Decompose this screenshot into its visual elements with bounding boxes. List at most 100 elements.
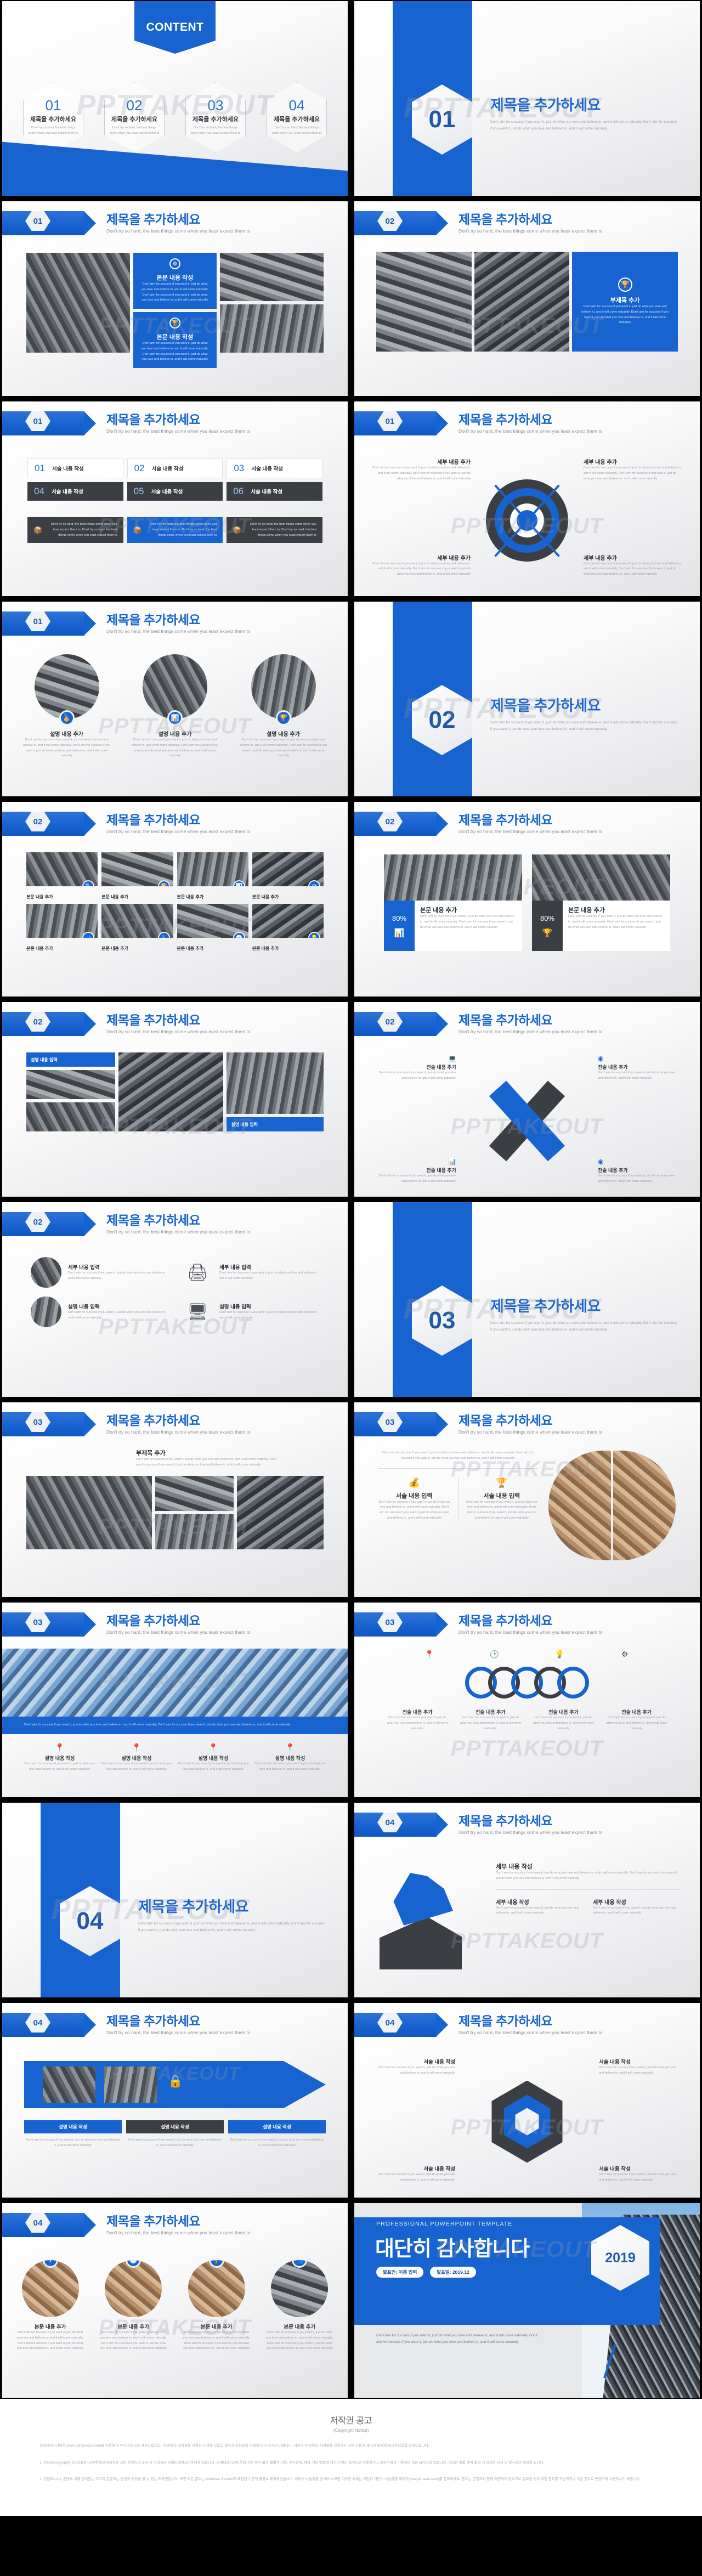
tile-item-label: 본문 내용 추가 bbox=[177, 894, 204, 899]
kpi-card[interactable]: 80% 🏆 본문 내용 추가 Don't aim for success if … bbox=[532, 854, 670, 951]
target-item[interactable]: 세부 내용 추가 Don't aim for success if you wa… bbox=[372, 553, 471, 578]
icon-item[interactable]: 세부 내용 입력 Don't aim for success if you wa… bbox=[31, 1257, 168, 1288]
circle-item[interactable]: 🏅 설명 내용 추가 Don't aim for success if you … bbox=[23, 654, 111, 759]
date-pill[interactable]: 발표일: 2019.12 bbox=[430, 2267, 476, 2278]
slide-divider-02[interactable]: 02 PPTTAKEOUT 제목을 추가하세요 Don't aim for su… bbox=[354, 602, 700, 796]
presenter-pill[interactable]: 발표인: 이름 입력 bbox=[376, 2267, 424, 2278]
slide-x-diagram[interactable]: 02 제목을 추가하세요 Don't try so hard, the best… bbox=[354, 1002, 700, 1197]
tile-item[interactable]: 📊 본문 내용 추가 bbox=[177, 852, 248, 900]
x-item[interactable]: 📊 전술 내용 추가 Don't aim for success if you … bbox=[374, 1157, 456, 1185]
circle-item[interactable]: 🏆 설명 내용 추가 Don't aim for success if you … bbox=[240, 654, 327, 759]
numbered-item[interactable]: 04 서술 내용 작성 bbox=[27, 482, 123, 501]
numbered-item[interactable]: 02 서술 내용 작성 bbox=[127, 458, 223, 478]
toc-item[interactable]: 01 제목을 추가하세요 Don't try so hard, the best… bbox=[23, 82, 83, 152]
numbered-item[interactable]: 06 서술 내용 작성 bbox=[227, 482, 322, 501]
numbered-detail[interactable]: 📦 Don't try so hard, the best things com… bbox=[27, 517, 123, 543]
target-item[interactable]: 세부 내용 추가 Don't aim for success if you wa… bbox=[372, 457, 471, 482]
numbered-item[interactable]: 01 서술 내용 작성 bbox=[27, 458, 123, 478]
icon-item[interactable]: 🖥 설명 내용 입력 Don't aim for success if you … bbox=[182, 1297, 319, 1327]
circle-item[interactable]: 📊 설명 내용 추가 Don't aim for success if you … bbox=[131, 654, 219, 759]
band-item[interactable]: 📍 설명 내용 작성 Don't aim for success if you … bbox=[178, 1743, 249, 1773]
slide-circles-3[interactable]: 01 제목을 추가하세요 Don't try so hard, the best… bbox=[2, 602, 348, 796]
slide-handshake[interactable]: 04 제목을 추가하세요 Don't try so hard, the best… bbox=[354, 1803, 700, 1997]
kpi-card[interactable]: 80% 📊 본문 내용 추가 Don't aim for success if … bbox=[384, 854, 522, 951]
handshake-item[interactable]: 세부 내용 작성 Don't aim for success if you wa… bbox=[496, 1898, 583, 1917]
target-item-label: 세부 내용 추가 bbox=[584, 555, 617, 562]
photo-placeholder: ⚙ bbox=[252, 852, 324, 886]
split-item[interactable]: 🏆 서술 내용 입력 Don't aim for success if you … bbox=[466, 1477, 538, 1521]
slide-split-bridge[interactable]: 03 제목을 추가하세요 Don't try so hard, the best… bbox=[354, 1402, 700, 1597]
slide-content-toc[interactable]: CONTENT PPTTAKEOUT 01 제목을 추가하세요 Don't tr… bbox=[2, 1, 348, 196]
band-item[interactable]: 📍 설명 내용 작성 Don't aim for success if you … bbox=[254, 1743, 326, 1773]
slide-arrow[interactable]: 04 제목을 추가하세요 Don't try so hard, the best… bbox=[2, 2003, 348, 2198]
circle-item[interactable]: 👥 본문 내용 추가 Don't aim for success if you … bbox=[264, 2260, 335, 2352]
band-item[interactable]: 📍 설명 내용 작성 Don't aim for success if you … bbox=[101, 1743, 172, 1773]
x-item[interactable]: ◉ 전술 내용 추가 Don't aim for success if you … bbox=[598, 1054, 680, 1082]
circle-item[interactable]: 🏆 본문 내용 추가 Don't aim for success if you … bbox=[182, 2260, 252, 2352]
slide-icons-4[interactable]: 02 제목을 추가하세요 Don't try so hard, the best… bbox=[2, 1202, 348, 1397]
hexcycle-item[interactable]: 서술 내용 작성 Don't aim for success if you wa… bbox=[599, 2165, 681, 2183]
slide-circles-4[interactable]: 04 제목을 추가하세요 Don't try so hard, the best… bbox=[2, 2203, 348, 2398]
slide-photo-trio[interactable]: 01 제목을 추가하세요 Don't try so hard, the best… bbox=[2, 201, 348, 396]
tile-item[interactable]: 🔍 본문 내용 추가 bbox=[26, 852, 98, 900]
info-card[interactable]: 🏆 부제목 추가 Don't aim for success if you wa… bbox=[572, 252, 678, 352]
slide-target-quad[interactable]: 01 제목을 추가하세요 Don't try so hard, the best… bbox=[354, 401, 700, 596]
toc-item[interactable]: 02 제목을 추가하세요 Don't try so hard, the best… bbox=[104, 82, 165, 152]
slide-chain[interactable]: 03 제목을 추가하세요 Don't try so hard, the best… bbox=[354, 1603, 700, 1797]
x-item[interactable]: 💻 전술 내용 추가 Don't aim for success if you … bbox=[374, 1054, 456, 1082]
circle-item-desc: Don't aim for success if you want it, ju… bbox=[23, 738, 110, 758]
hexcycle-item[interactable]: 서술 내용 작성 Don't aim for success if you wa… bbox=[373, 2165, 455, 2183]
chain-item[interactable]: 전술 내용 추가 Don't aim for success if you wa… bbox=[458, 1708, 522, 1731]
divider-text: 제목을 추가하세요 Don't aim for success if you w… bbox=[490, 93, 677, 132]
tile-item[interactable]: 🕑 본문 내용 추가 bbox=[177, 904, 248, 952]
icon-item[interactable]: 🖨 세부 내용 입력 Don't aim for success if you … bbox=[182, 1257, 319, 1288]
target-item[interactable]: 세부 내용 추가 Don't aim for success if you wa… bbox=[584, 457, 682, 482]
slide-hexagon-cycle[interactable]: 04 제목을 추가하세요 Don't try so hard, the best… bbox=[354, 2003, 700, 2198]
handshake-item[interactable]: 세부 내용 작성 Don't aim for success if you wa… bbox=[496, 1862, 680, 1882]
toc-item[interactable]: 04 제목을 추가하세요 Don't try so hard, the best… bbox=[267, 82, 327, 152]
numbered-detail[interactable]: 📦 Don't try so hard, the best things com… bbox=[127, 517, 223, 543]
slide-kpi-2[interactable]: 02 제목을 추가하세요 Don't try so hard, the best… bbox=[354, 802, 700, 997]
circle-item[interactable]: 🕑 본문 내용 추가 Don't aim for success if you … bbox=[98, 2260, 168, 2352]
numbered-detail[interactable]: 📦 Don't try so hard, the best things com… bbox=[227, 517, 322, 543]
handshake-item[interactable]: 세부 내용 작성 Don't aim for success if you wa… bbox=[593, 1898, 680, 1917]
info-card[interactable]: 🏆 본문 내용 작성 Don't aim for success if you … bbox=[133, 312, 217, 369]
chain-item[interactable]: 전술 내용 추가 Don't aim for success if you wa… bbox=[605, 1708, 669, 1731]
tile-item[interactable]: 👥 본문 내용 추가 bbox=[26, 904, 98, 952]
slide-gallery-desc[interactable]: 02 제목을 추가하세요 Don't try so hard, the best… bbox=[2, 1002, 348, 1197]
arrow-caption[interactable]: 설명 내용 작성 bbox=[24, 2120, 122, 2133]
slide-photo-sub[interactable]: 02 제목을 추가하세요 Don't try so hard, the best… bbox=[354, 201, 700, 396]
chain-item[interactable]: 전술 내용 추가 Don't aim for success if you wa… bbox=[532, 1708, 596, 1731]
icon-item[interactable]: 설명 내용 입력 Don't aim for success if you wa… bbox=[31, 1297, 168, 1327]
split-item[interactable]: 💰 서술 내용 입력 Don't aim for success if you … bbox=[378, 1477, 450, 1521]
slide-thankyou[interactable]: PROFESSIONAL POWERPOINT TEMPLATE 대단히 감사합… bbox=[354, 2203, 700, 2398]
tile-item[interactable]: ⚙ 본문 내용 추가 bbox=[252, 852, 324, 900]
slide-divider-04[interactable]: 04 PPTTAKEOUT 제목을 추가하세요 Don't aim for su… bbox=[2, 1803, 348, 1997]
box-icon: 📦 bbox=[133, 525, 142, 534]
tile-item[interactable]: 🏆 본문 내용 추가 bbox=[101, 852, 173, 900]
info-card[interactable]: ⚙ 본문 내용 작성 Don't aim for success if you … bbox=[133, 253, 217, 309]
slide-divider-03[interactable]: 03 PPTTAKEOUT 제목을 추가하세요 Don't aim for su… bbox=[354, 1202, 700, 1397]
tile-item[interactable]: 💡 본문 내용 추가 bbox=[252, 904, 324, 952]
numbered-item[interactable]: 03 서술 내용 작성 bbox=[227, 458, 322, 478]
slide-numbered-6[interactable]: 01 제목을 추가하세요 Don't try so hard, the best… bbox=[2, 401, 348, 596]
arrow-caption[interactable]: 설명 내용 작성 bbox=[126, 2120, 224, 2133]
slide-header: 02 제목을 추가하세요 Don't try so hard, the best… bbox=[2, 1210, 250, 1238]
hexcycle-item[interactable]: 서술 내용 작성 Don't aim for success if you wa… bbox=[373, 2058, 455, 2076]
slide-divider-01[interactable]: 01 PPTTAKEOUT 제목을 추가하세요 Don't aim for su… bbox=[354, 1, 700, 196]
target-item[interactable]: 세부 내용 추가 Don't aim for success if you wa… bbox=[584, 553, 682, 578]
hexcycle-item[interactable]: 서술 내용 작성 Don't aim for success if you wa… bbox=[599, 2058, 681, 2076]
circle-item[interactable]: ✈ 본문 내용 추가 Don't aim for success if you … bbox=[15, 2260, 86, 2352]
x-item[interactable]: ◉ 전술 내용 추가 Don't aim for success if you … bbox=[598, 1157, 680, 1185]
arrow-caption[interactable]: 설명 내용 작성 bbox=[228, 2120, 326, 2133]
toc-item[interactable]: 03 제목을 추가하세요 Don't try so hard, the best… bbox=[185, 82, 246, 152]
band-item[interactable]: 📍 설명 내용 작성 Don't aim for success if you … bbox=[24, 1743, 95, 1773]
hexcycle-item-desc: Don't aim for success if you want it, ju… bbox=[599, 2173, 677, 2182]
icon-item-desc: Don't aim for success if you want it, ju… bbox=[219, 1311, 318, 1320]
slide-tiles-8[interactable]: 02 제목을 추가하세요 Don't try so hard, the best… bbox=[2, 802, 348, 997]
chain-item[interactable]: 전술 내용 추가 Don't aim for success if you wa… bbox=[386, 1708, 449, 1731]
slide-band-photo[interactable]: 03 제목을 추가하세요 Don't try so hard, the best… bbox=[2, 1603, 348, 1797]
slide-mosaic-sub[interactable]: 03 제목을 추가하세요 Don't try so hard, the best… bbox=[2, 1402, 348, 1597]
tile-item[interactable]: 🏅 본문 내용 추가 bbox=[101, 904, 173, 952]
numbered-item[interactable]: 05 서술 내용 작성 bbox=[127, 482, 223, 501]
